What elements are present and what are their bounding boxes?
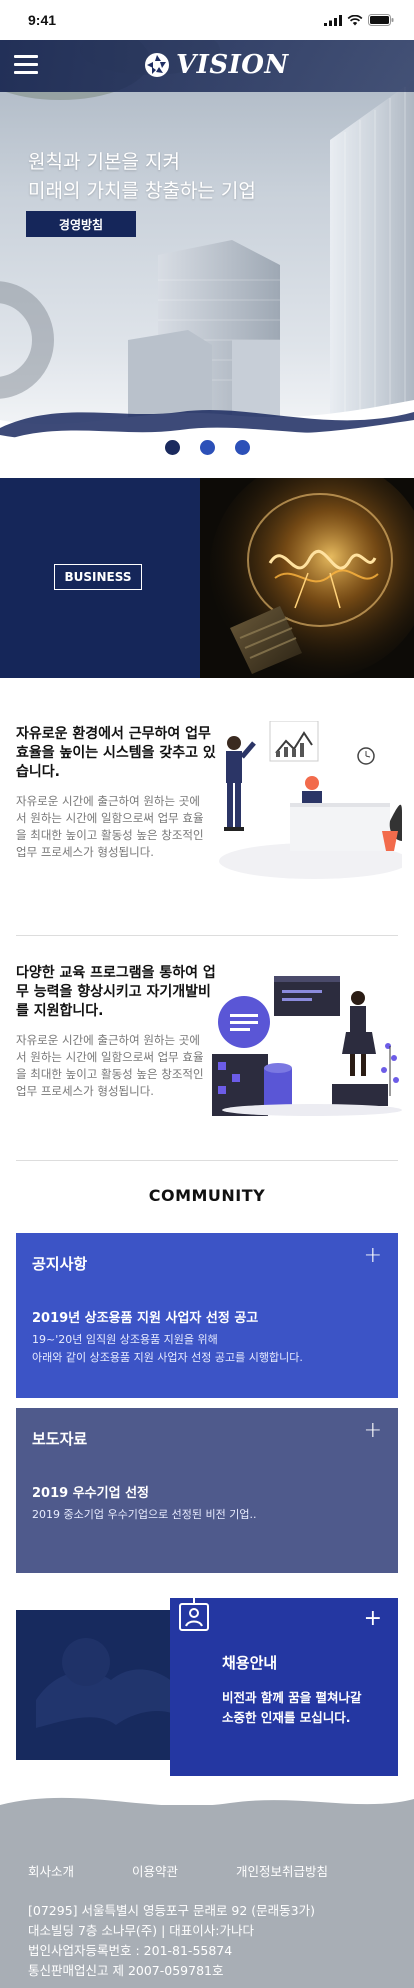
- wifi-icon: [347, 14, 363, 25]
- feature-description: 자유로운 시간에 출근하여 원하는 곳에서 원하는 시간에 일함으로써 업무 효…: [16, 794, 204, 859]
- hero-headline: 원칙과 기본을 지켜 미래의 가치를 창출하는 기업: [28, 148, 256, 206]
- feature-work-environment: 자유로운 환경에서 근무하여 업무효율을 높이는 시스템을 갖추고 있습니다. …: [16, 721, 402, 879]
- company-address: [07295] 서울특별시 영등포구 문래로 92 (문래동3가): [28, 1903, 315, 1918]
- management-policy-button[interactable]: 경영방침: [26, 211, 136, 237]
- slide-dot-1[interactable]: [164, 440, 180, 455]
- lightbulb-image: [200, 478, 414, 678]
- section-divider: [16, 1160, 398, 1161]
- slide-dot-2[interactable]: [199, 440, 215, 455]
- recruit-heading: 채용안내: [222, 1654, 278, 1672]
- hamburger-menu-button[interactable]: [14, 55, 38, 75]
- feature-title: 다양한 교육 프로그램을 통하여 업무 능력을 향상시키고 자기개발비를 지원합…: [16, 965, 216, 1019]
- hero-headline-line2: 미래의 가치를 창출하는 기업: [28, 180, 256, 202]
- recruit-body: 비전과 함께 꿈을 펼쳐나갈 소중한 인재를 모십니다.: [222, 1688, 392, 1728]
- education-illustration: [212, 976, 402, 1116]
- id-badge-icon: [179, 1596, 209, 1631]
- menu-bar-icon: [14, 63, 38, 66]
- page: 9:41 VISION 원칙과 기본을 지켜 미래의 가치를 창출하는 기업 경…: [0, 0, 414, 1988]
- brand-logo[interactable]: VISION: [144, 50, 289, 80]
- status-bar: 9:41: [0, 0, 414, 40]
- recruit-more-plus-icon[interactable]: +: [364, 1608, 382, 1630]
- section-divider: [16, 935, 398, 936]
- company-building: 대소빌딩 7층 소나무(주) | 대표이사:가나다: [28, 1923, 255, 1938]
- hero-cityscape-image: [0, 40, 414, 480]
- hero-headline-line1: 원칙과 기본을 지켜: [28, 151, 180, 173]
- footer-link-terms[interactable]: 이용약관: [132, 1861, 236, 1880]
- lightbulb-illustration: [200, 478, 414, 678]
- notice-post-title[interactable]: 2019년 상조용품 지원 사업자 선정 공고: [32, 1307, 258, 1326]
- system-icons: [324, 14, 394, 26]
- business-section: BUSINESS: [0, 478, 414, 678]
- slider-pagination: [0, 440, 414, 455]
- footer-link-privacy[interactable]: 개인정보취급방침: [236, 1861, 328, 1880]
- footer-wave: [0, 1797, 414, 1825]
- company-info: [07295] 서울특별시 영등포구 문래로 92 (문래동3가) 대소빌딩 7…: [28, 1901, 315, 1981]
- notice-heading: 공지사항: [32, 1255, 88, 1273]
- press-card[interactable]: 보도자료 + 2019 우수기업 선정 2019 중소기업 우수기업으로 선정된…: [16, 1408, 398, 1573]
- battery-icon: [368, 14, 394, 26]
- ecommerce-registration: 통신판매업신고 제 2007-059781호: [28, 1963, 224, 1978]
- notice-body-line2: 아래와 같이 상조용품 지원 사업자 선정 공고를 시행합니다.: [32, 1351, 303, 1364]
- signal-icon: [324, 14, 342, 26]
- footer-link-about[interactable]: 회사소개: [28, 1861, 132, 1880]
- status-time: 9:41: [28, 12, 57, 28]
- feature-education-program: 다양한 교육 프로그램을 통하여 업무 능력을 향상시키고 자기개발비를 지원합…: [16, 964, 402, 1116]
- business-registration: 법인사업자등록번호 : 201-81-55874: [28, 1943, 233, 1958]
- handshake-image: [16, 1610, 194, 1760]
- aperture-logo-icon: [145, 53, 169, 77]
- recruit-body-line1: 비전과 함께 꿈을 펼쳐나갈: [222, 1690, 362, 1705]
- feature-description: 자유로운 시간에 출근하여 원하는 곳에서 원하는 시간에 일함으로써 업무 효…: [16, 1033, 204, 1098]
- menu-bar-icon: [14, 55, 38, 58]
- footer-links: 회사소개 이용약관 개인정보취급방침: [28, 1861, 328, 1880]
- business-panel: BUSINESS: [0, 478, 200, 678]
- community-title: COMMUNITY: [148, 1186, 266, 1205]
- menu-bar-icon: [14, 71, 38, 74]
- office-meeting-illustration: [219, 721, 402, 879]
- slide-dot-3[interactable]: [234, 440, 250, 455]
- notice-card[interactable]: 공지사항 + 2019년 상조용품 지원 사업자 선정 공고 19~'20년 임…: [16, 1233, 398, 1398]
- hero-banner: VISION 원칙과 기본을 지켜 미래의 가치를 창출하는 기업 경영방침: [0, 40, 414, 480]
- notice-post-body: 19~'20년 임직원 상조용품 지원을 위해 아래와 같이 상조용품 지원 사…: [32, 1331, 382, 1367]
- recruit-image-panel: [16, 1610, 194, 1760]
- recruit-body-line2: 소중한 인재를 모십니다.: [222, 1710, 351, 1725]
- brand-wordmark: VISION: [176, 50, 289, 80]
- footer: 회사소개 이용약관 개인정보취급방침 [07295] 서울특별시 영등포구 문래…: [0, 1797, 414, 1988]
- press-more-plus-icon[interactable]: +: [364, 1420, 382, 1442]
- business-button[interactable]: BUSINESS: [54, 564, 142, 590]
- press-post-title[interactable]: 2019 우수기업 선정: [32, 1482, 149, 1501]
- press-heading: 보도자료: [32, 1430, 88, 1448]
- recruit-card[interactable]: + 채용안내 비전과 함께 꿈을 펼쳐나갈 소중한 인재를 모십니다.: [170, 1596, 398, 1776]
- notice-body-line1: 19~'20년 임직원 상조용품 지원을 위해: [32, 1333, 218, 1346]
- press-post-body: 2019 중소기업 우수기업으로 선정된 비전 기업..: [32, 1508, 257, 1521]
- feature-title: 자유로운 환경에서 근무하여 업무효율을 높이는 시스템을 갖추고 있습니다.: [16, 726, 216, 780]
- notice-more-plus-icon[interactable]: +: [364, 1245, 382, 1267]
